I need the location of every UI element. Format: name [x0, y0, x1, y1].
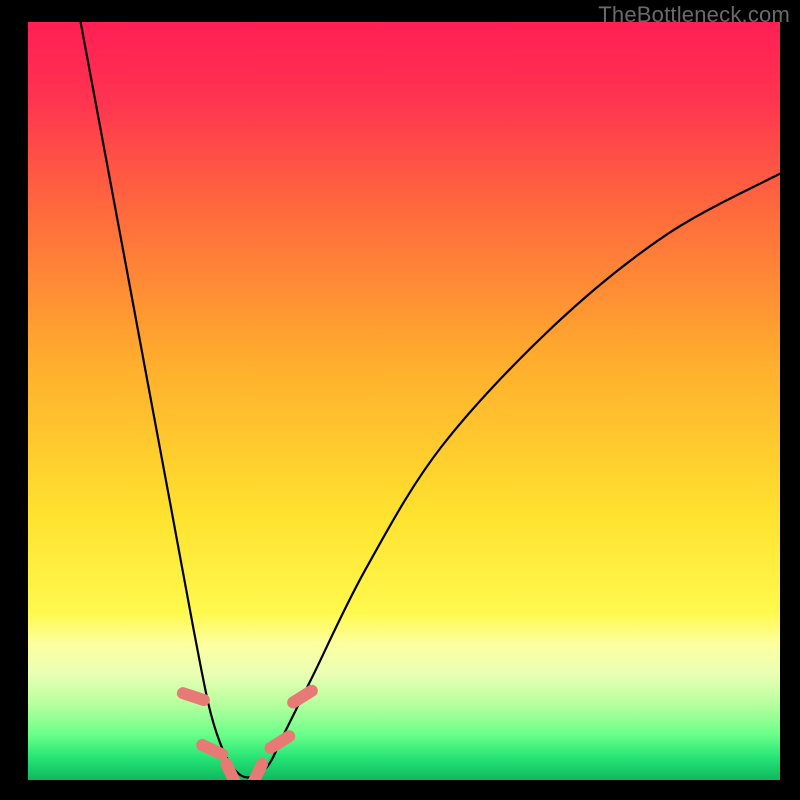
- bottleneck-curve: [81, 22, 780, 778]
- curve-markers: [175, 683, 320, 780]
- curve-marker: [285, 683, 320, 711]
- plot-area: [28, 22, 780, 780]
- chart-frame: [28, 22, 780, 780]
- curve-marker: [262, 728, 297, 756]
- chart-svg: [28, 22, 780, 780]
- watermark-text: TheBottleneck.com: [598, 2, 790, 28]
